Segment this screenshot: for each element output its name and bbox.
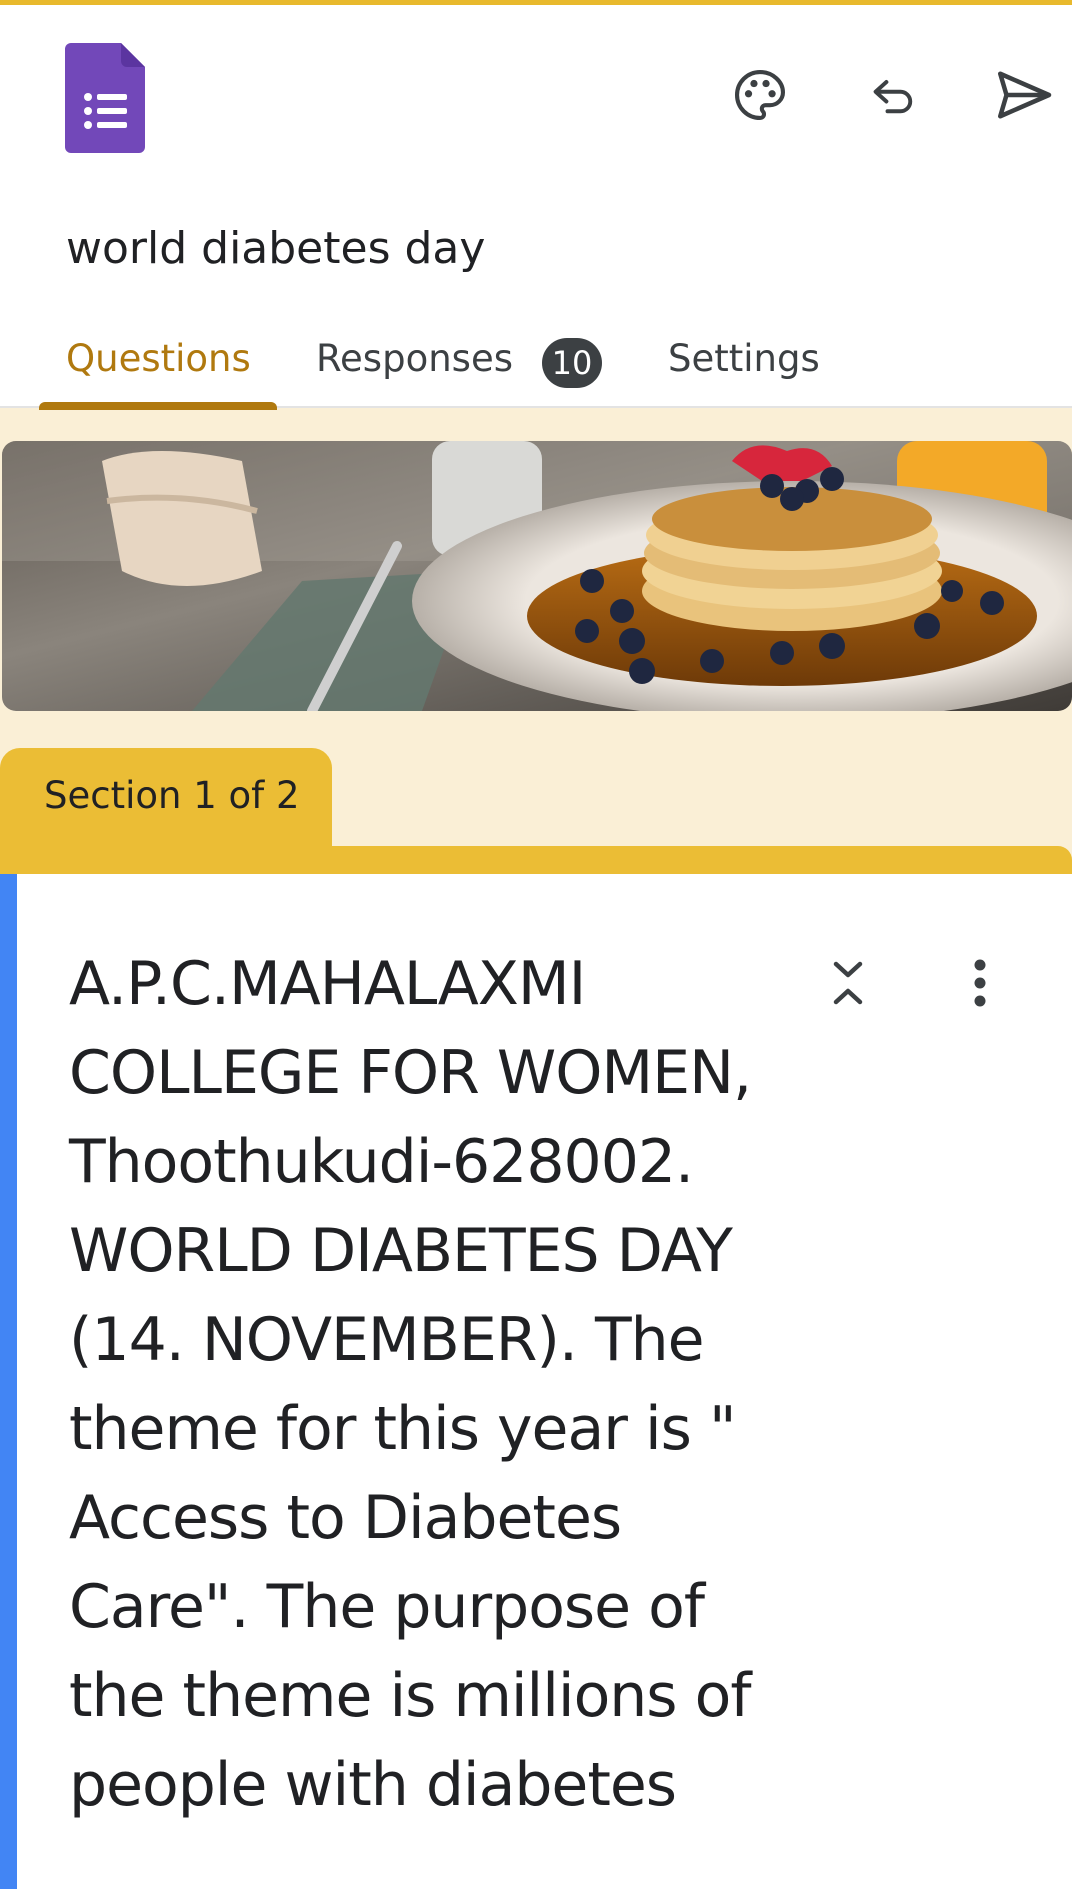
tab-questions[interactable]: Questions xyxy=(66,337,251,380)
send-icon[interactable] xyxy=(992,63,1056,127)
tab-settings[interactable]: Settings xyxy=(668,337,820,380)
more-options-icon[interactable] xyxy=(955,950,1005,1016)
section-label: Section 1 of 2 xyxy=(44,774,300,817)
app-bar: world diabetes day Questions Responses 1… xyxy=(0,5,1072,410)
collapse-section-icon[interactable] xyxy=(820,950,876,1016)
section-bar xyxy=(0,846,1072,876)
tab-responses[interactable]: Responses xyxy=(316,337,513,380)
card-focus-accent xyxy=(0,874,17,1889)
responses-count-badge: 10 xyxy=(542,338,602,388)
form-title[interactable]: world diabetes day xyxy=(66,223,485,274)
tab-bar: Questions Responses 10 Settings xyxy=(0,325,1072,410)
undo-icon[interactable] xyxy=(862,63,926,127)
active-tab-indicator xyxy=(39,402,277,410)
header-image xyxy=(2,441,1072,711)
section-card[interactable]: A.P.C.MAHALAXMI COLLEGE FOR WOMEN, Thoot… xyxy=(0,874,1072,1889)
google-forms-logo xyxy=(65,43,145,153)
section-description[interactable]: A.P.C.MAHALAXMI COLLEGE FOR WOMEN, Thoot… xyxy=(69,940,769,1830)
palette-icon[interactable] xyxy=(728,63,792,127)
section-tab: Section 1 of 2 xyxy=(0,748,332,856)
